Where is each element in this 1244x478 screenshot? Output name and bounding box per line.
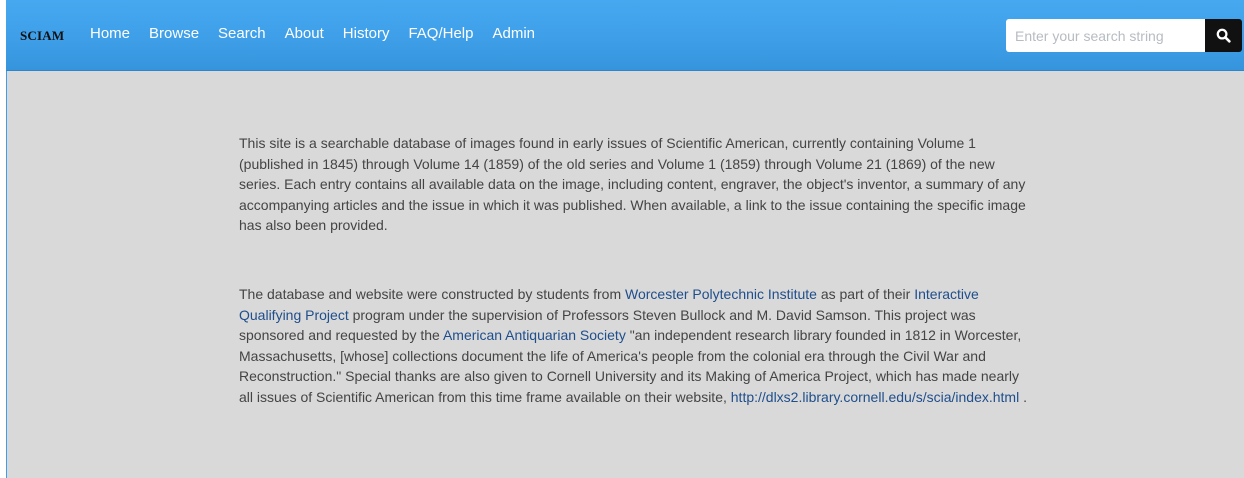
search-icon: [1216, 28, 1231, 43]
search-input[interactable]: [1006, 19, 1205, 52]
aas-link[interactable]: American Antiquarian Society: [443, 327, 626, 343]
cornell-link[interactable]: http://dlxs2.library.cornell.edu/s/scia/…: [731, 389, 1019, 405]
search-button[interactable]: [1205, 19, 1242, 52]
intro-paragraph: This site is a searchable database of im…: [239, 135, 1026, 234]
brand-logo[interactable]: SCIAM: [20, 28, 64, 44]
credits-text: The database and website were constructe…: [239, 285, 625, 302]
nav-admin[interactable]: Admin: [492, 25, 535, 42]
main-content-area: This site is a searchable database of im…: [6, 71, 1244, 478]
nav-about[interactable]: About: [285, 25, 324, 42]
nav-links: Home Browse Search About History FAQ/Hel…: [90, 25, 554, 42]
nav-home[interactable]: Home: [90, 25, 130, 42]
nav-search[interactable]: Search: [218, 25, 266, 42]
navbar: SCIAM Home Browse Search About History F…: [6, 0, 1244, 71]
credits-text: as part of their: [816, 285, 915, 302]
page: SCIAM Home Browse Search About History F…: [0, 0, 1244, 478]
nav-browse[interactable]: Browse: [149, 25, 199, 42]
credits-paragraph: The database and website were constructe…: [239, 284, 1029, 408]
nav-faq-help[interactable]: FAQ/Help: [408, 25, 473, 42]
credits-text: .: [1019, 388, 1027, 405]
about-text: This site is a searchable database of im…: [239, 133, 1029, 408]
wpi-link[interactable]: Worcester Polytechnic Institute: [625, 286, 817, 302]
nav-history[interactable]: History: [343, 25, 390, 42]
